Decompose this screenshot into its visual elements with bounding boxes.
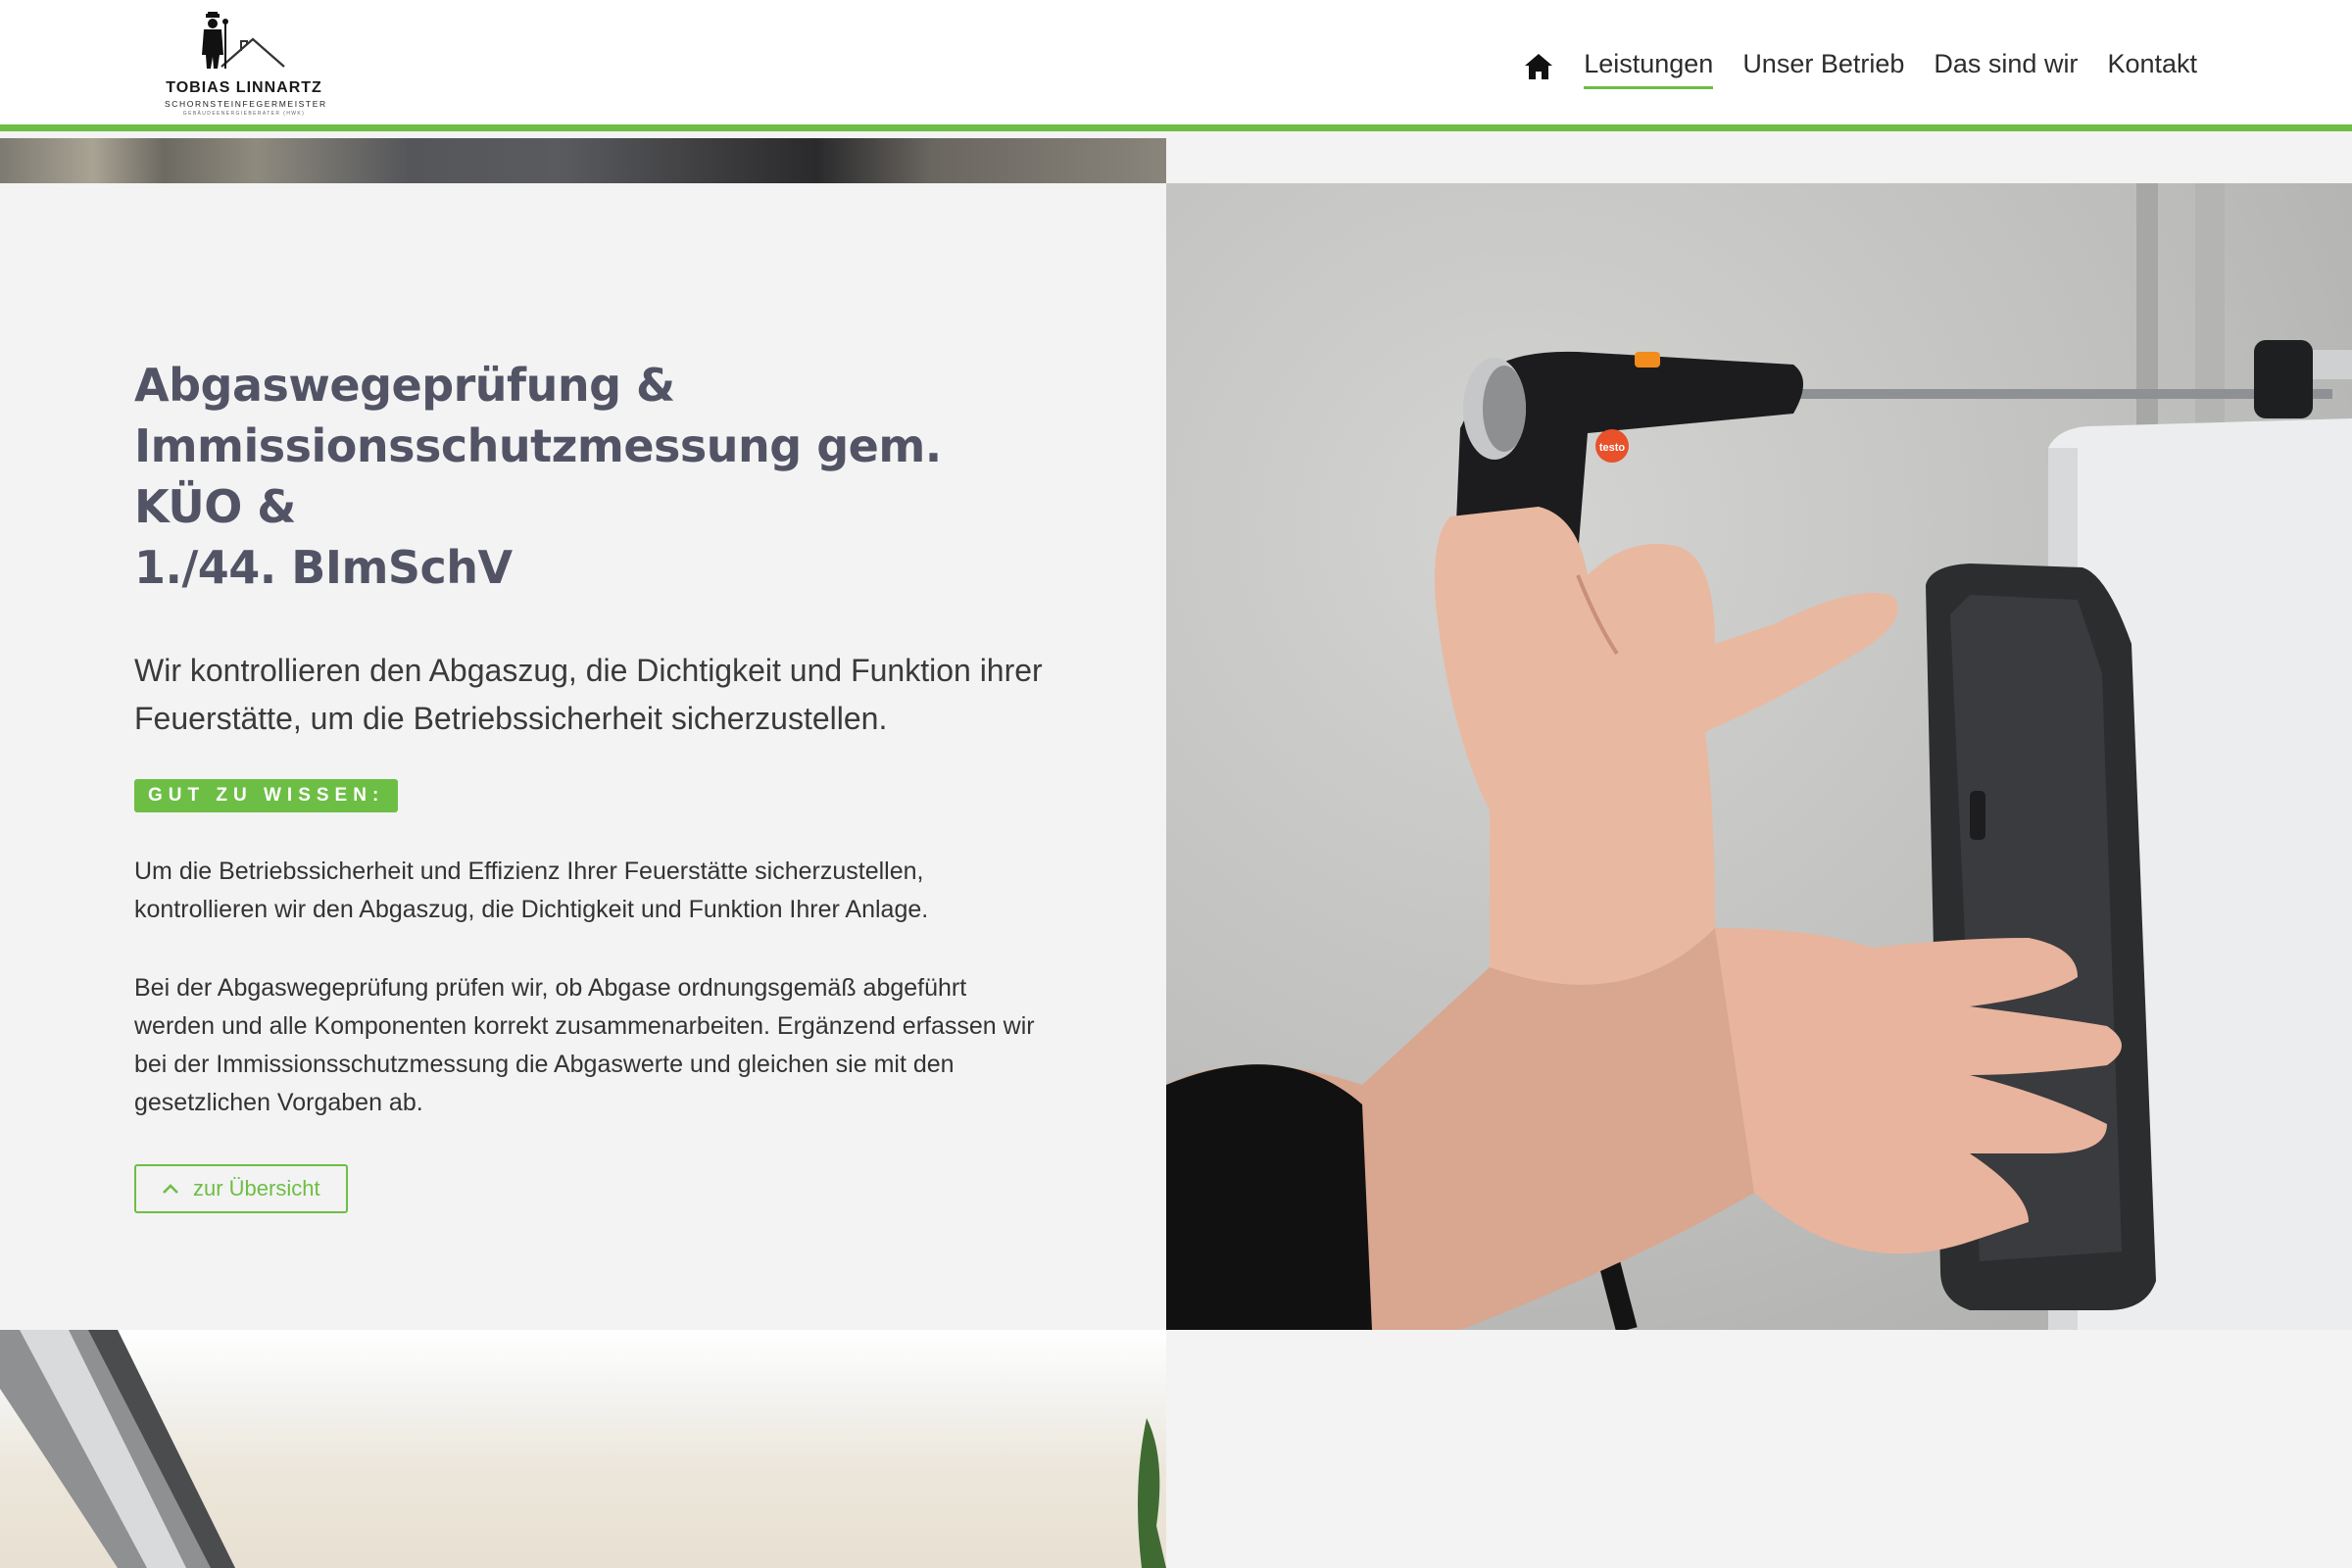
previous-section-panel: [1166, 138, 2352, 183]
logo-name: TOBIAS LINNARTZ: [166, 79, 322, 96]
service-content: Abgaswegeprüfung & Immissionsschutzmessu…: [134, 355, 1055, 1213]
main-navigation: Leistungen Unser Betrieb Das sind wir Ko…: [1523, 43, 2197, 90]
chevron-up-icon: [163, 1184, 178, 1194]
overview-button-label: zur Übersicht: [193, 1176, 320, 1200]
page-title: Abgaswegeprüfung & Immissionsschutzmessu…: [134, 359, 942, 594]
paragraph-2: Bei der Abgaswegeprüfung prüfen wir, ob …: [134, 974, 1035, 1116]
logo-subtitle: SCHORNSTEINFEGERMEISTER: [165, 99, 327, 109]
nav-item-kontakt[interactable]: Kontakt: [2107, 49, 2197, 85]
nav-item-leistungen[interactable]: Leistungen: [1584, 49, 1714, 89]
measurement-photo: testo: [1166, 183, 2352, 1330]
overview-button[interactable]: zur Übersicht: [134, 1164, 348, 1213]
site-logo[interactable]: TOBIAS LINNARTZ SCHORNSTEINFEGERMEISTER …: [165, 12, 327, 118]
previous-section-photo: [0, 138, 1166, 183]
info-badge: GUT ZU WISSEN:: [134, 779, 399, 812]
nav-item-das-sind-wir[interactable]: Das sind wir: [1934, 49, 2078, 85]
testo-label: testo: [1599, 442, 1626, 454]
home-icon[interactable]: [1523, 51, 1554, 82]
chimney-sweep-logo-icon: [202, 12, 285, 69]
site-header: TOBIAS LINNARTZ SCHORNSTEINFEGERMEISTER …: [0, 0, 2352, 131]
lead-text: Wir kontrollieren den Abgaszug, die Dich…: [134, 653, 1043, 736]
logo-subtitle-small: GEBÄUDEENERGIEBERATER (HWK): [182, 111, 306, 117]
paragraph-1: Um die Betriebssicherheit und Effizienz …: [134, 858, 929, 923]
nav-item-unser-betrieb[interactable]: Unser Betrieb: [1742, 49, 1904, 85]
next-section-panel: [1166, 1330, 2352, 1568]
next-section-photo: [0, 1330, 1166, 1568]
